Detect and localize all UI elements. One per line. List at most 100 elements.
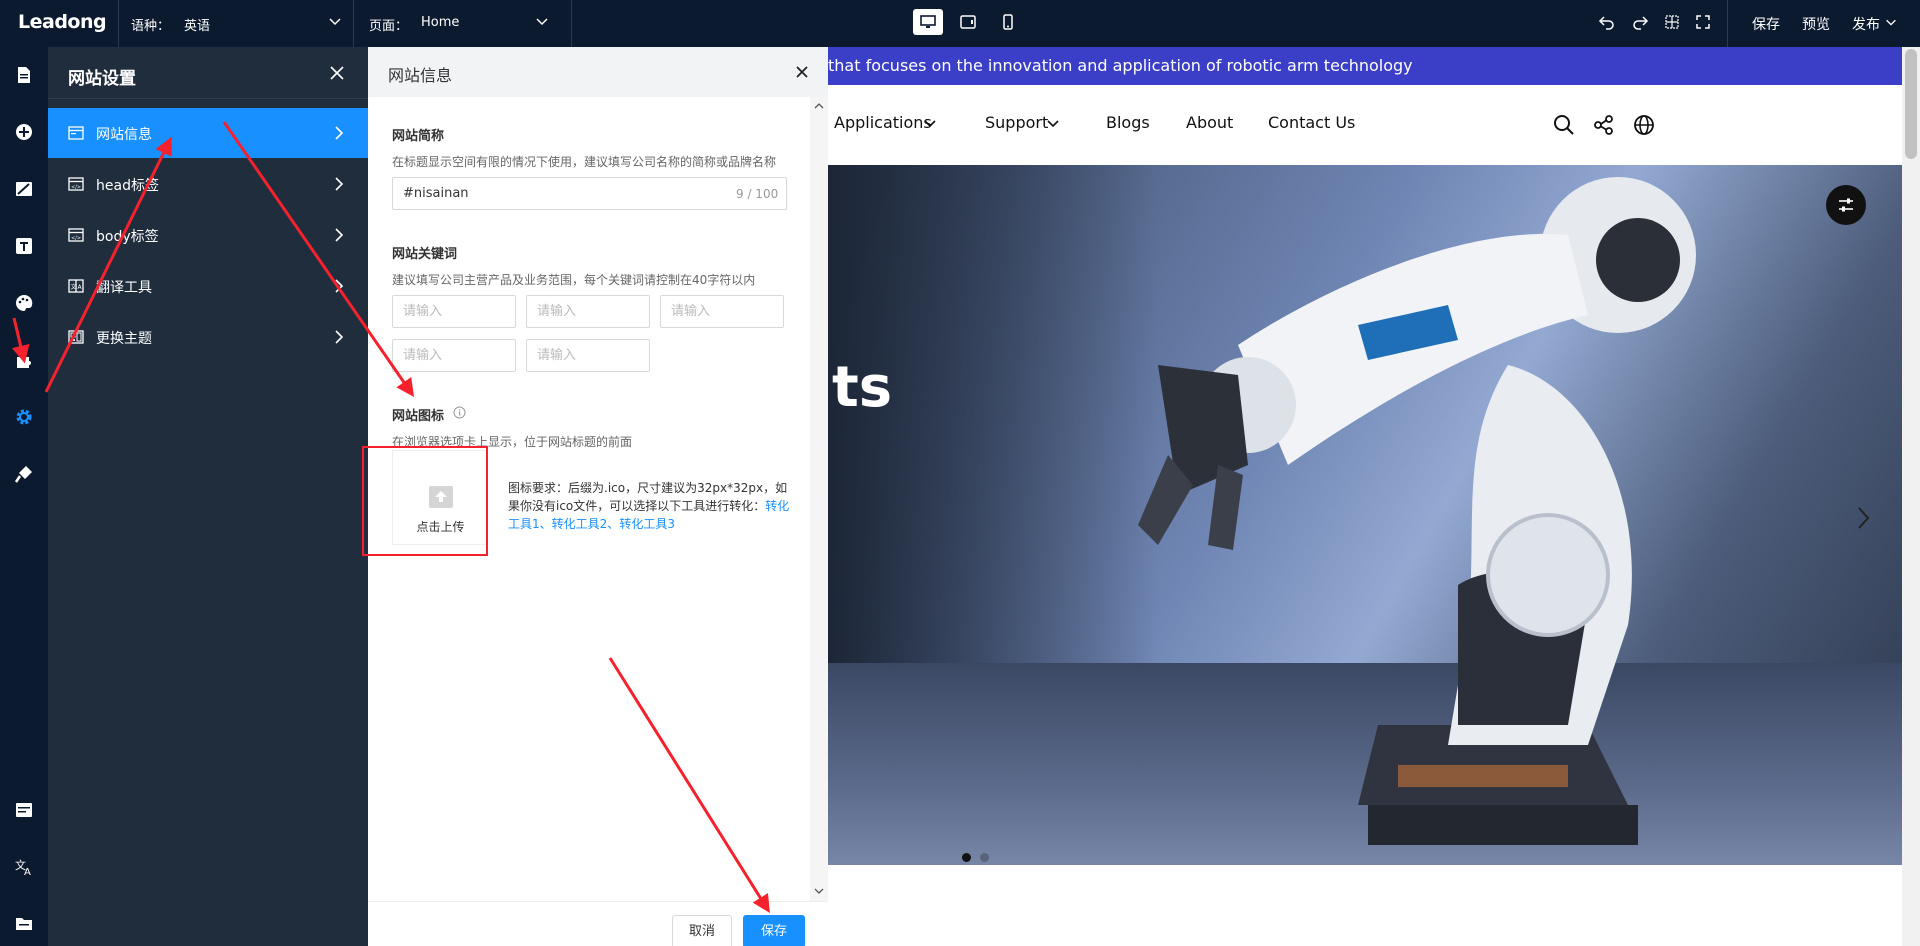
page-value: Home: [421, 15, 460, 30]
theme-icon: [68, 330, 84, 344]
mobile-view-button[interactable]: [993, 9, 1023, 35]
tablet-icon: [960, 15, 976, 29]
dialog-save-button[interactable]: 保存: [743, 915, 805, 946]
nav-item-website-info[interactable]: 网站信息: [48, 108, 368, 158]
keyword-input[interactable]: 请输入: [660, 295, 784, 328]
settings-gear-icon[interactable]: [14, 407, 34, 427]
pages-icon[interactable]: [14, 65, 34, 85]
nav-item-head-tag[interactable]: </> head标签: [48, 159, 368, 209]
nav-item-label: 更换主题: [96, 331, 152, 347]
convert-tool-3-link[interactable]: 转化工具3: [619, 517, 675, 531]
search-icon[interactable]: [1553, 114, 1575, 136]
nav-link-support[interactable]: Support: [985, 113, 1048, 132]
next-slide-arrow-icon[interactable]: [1856, 505, 1872, 531]
upload-highlight-box: [362, 446, 488, 556]
nav-link-contact[interactable]: Contact Us: [1268, 113, 1355, 132]
nav-item-body-tag[interactable]: </> body标签: [48, 210, 368, 260]
section-settings-button[interactable]: [1826, 185, 1866, 225]
redo-icon[interactable]: [1631, 13, 1649, 31]
puzzle-icon[interactable]: [14, 350, 34, 370]
preview-scrollbar[interactable]: [1902, 47, 1920, 946]
desktop-icon: [920, 15, 936, 28]
scroll-thumb[interactable]: [1905, 49, 1917, 159]
close-icon[interactable]: [793, 63, 811, 81]
text-icon[interactable]: [14, 236, 34, 256]
cancel-button[interactable]: 取消: [672, 915, 732, 946]
keyword-placeholder: 请输入: [537, 304, 577, 319]
globe-icon[interactable]: [1633, 114, 1655, 136]
nav-item-translate-tool[interactable]: 文A 翻译工具: [48, 261, 368, 311]
palette-icon[interactable]: [14, 293, 34, 313]
nav-item-label: 网站信息: [96, 127, 152, 143]
nav-item-label: body标签: [96, 229, 159, 245]
keyword-input[interactable]: 请输入: [526, 339, 650, 372]
chevron-down-icon: [924, 120, 936, 128]
sliders-icon: [1839, 198, 1853, 212]
desktop-view-button[interactable]: [913, 9, 943, 35]
image-edit-icon[interactable]: [14, 179, 34, 199]
topbar-divider: [1727, 0, 1728, 47]
code-tag-icon: </>: [68, 177, 84, 191]
dialog-scrollbar[interactable]: [810, 97, 828, 901]
info-circle-icon[interactable]: [453, 406, 466, 419]
svg-text:A: A: [78, 284, 83, 291]
plugin-icon[interactable]: [14, 464, 34, 484]
undo-icon[interactable]: [1598, 13, 1616, 31]
save-button[interactable]: 保存: [1752, 14, 1780, 34]
fullscreen-icon[interactable]: [1694, 13, 1712, 31]
nav-link-applications[interactable]: Applications: [834, 113, 932, 132]
short-name-value: #nisainan: [403, 186, 469, 201]
convert-tool-2-link[interactable]: 转化工具2: [552, 517, 608, 531]
top-bar: Leadong 语种： 英语 页面： Home 保存 预览 发布: [0, 0, 1920, 47]
folder-icon[interactable]: [14, 914, 34, 934]
keyword-input[interactable]: 请输入: [392, 339, 516, 372]
hero-heading: ts: [832, 355, 893, 420]
add-component-icon[interactable]: [14, 122, 34, 142]
nav-link-blogs[interactable]: Blogs: [1106, 113, 1150, 132]
publish-button[interactable]: 发布: [1852, 14, 1880, 34]
topbar-divider: [571, 0, 572, 47]
favicon-title: 网站图标: [392, 409, 445, 424]
slide-dot[interactable]: [980, 853, 989, 862]
preview-button[interactable]: 预览: [1802, 14, 1830, 34]
dialog-title: 网站信息: [388, 66, 453, 85]
nav-item-label: 翻译工具: [96, 280, 152, 296]
svg-text:文: 文: [71, 283, 77, 291]
keyword-placeholder: 请输入: [671, 304, 711, 319]
nav-item-change-theme[interactable]: 更换主题: [48, 312, 368, 362]
keyword-placeholder: 请输入: [537, 348, 577, 363]
chevron-right-icon: [335, 330, 344, 344]
chevron-down-icon: [329, 18, 341, 26]
svg-text:</>: </>: [71, 185, 81, 191]
grid-icon[interactable]: [1663, 13, 1681, 31]
short-name-title: 网站简称: [392, 129, 445, 144]
website-settings-panel: 网站设置 网站信息 </> head标签 </> body标签 文A 翻译工具 …: [48, 47, 368, 946]
keyword-input[interactable]: 请输入: [392, 295, 516, 328]
page-label: 页面：: [369, 19, 409, 34]
translate-icon: 文A: [68, 279, 84, 293]
chevron-down-icon[interactable]: [1884, 15, 1898, 29]
form-icon[interactable]: [14, 800, 34, 820]
dialog-header: 网站信息: [368, 47, 828, 97]
hero-banner: ts: [828, 165, 1902, 865]
panel-title: 网站设置: [68, 69, 136, 89]
svg-text:</>: </>: [71, 236, 81, 242]
chevron-right-icon: [335, 279, 344, 293]
close-icon[interactable]: [328, 64, 346, 82]
translate-icon[interactable]: 文A: [14, 857, 34, 877]
mobile-icon: [1003, 14, 1013, 30]
slide-dot-active[interactable]: [962, 853, 971, 862]
scroll-up-icon: [814, 103, 824, 109]
website-preview[interactable]: that focuses on the innovation and appli…: [828, 47, 1902, 946]
keyword-input[interactable]: 请输入: [526, 295, 650, 328]
tablet-view-button[interactable]: [953, 9, 983, 35]
nav-link-about[interactable]: About: [1186, 113, 1233, 132]
short-name-input[interactable]: #nisainan: [392, 177, 787, 210]
svg-text:A: A: [24, 867, 31, 877]
nav-item-label: head标签: [96, 178, 159, 194]
topbar-divider: [118, 0, 119, 47]
language-value: 英语: [184, 19, 211, 34]
left-tool-rail: 文A: [0, 47, 48, 946]
panel-divider: [48, 98, 368, 99]
share-icon[interactable]: [1593, 114, 1615, 136]
